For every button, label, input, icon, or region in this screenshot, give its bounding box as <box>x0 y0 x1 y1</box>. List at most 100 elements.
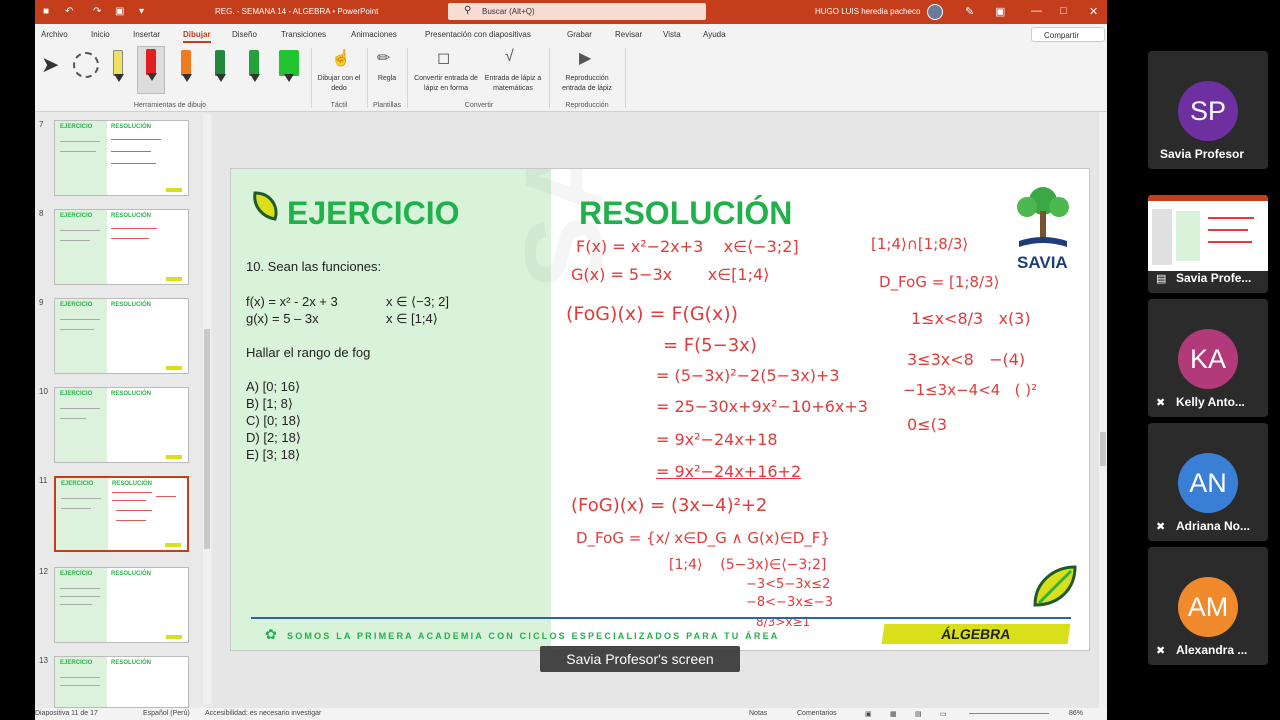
group-templates: Plantillas <box>372 102 401 109</box>
participant-tile[interactable]: SP Savia Profesor <box>1148 51 1268 169</box>
tab-ayuda[interactable]: Ayuda <box>703 30 726 39</box>
pen-tip <box>216 74 226 82</box>
thumb-number: 11 <box>39 476 48 485</box>
pen-1[interactable] <box>113 50 125 82</box>
slide-canvas[interactable]: SAVIA EJERCICIO RESOLUCIÓN 10. Sean las … <box>230 168 1090 651</box>
option-b: B) [1; 8⟩ <box>246 396 293 411</box>
ink-shape-icon[interactable]: ◻ <box>437 48 450 68</box>
participant-name: Savia Profe... <box>1176 271 1252 285</box>
maximize-icon[interactable]: □ <box>1060 5 1067 17</box>
close-icon[interactable]: ✕ <box>1089 5 1098 18</box>
present-icon[interactable]: ▣ <box>115 6 124 17</box>
left-title: EJERCICIO <box>287 195 460 231</box>
thumb-green-panel <box>55 568 107 642</box>
ink-line: D_FoG = [1;8/3⟩ <box>879 273 1000 291</box>
pen-2-selected[interactable] <box>137 46 165 94</box>
tab-diseno[interactable]: Diseño <box>232 30 257 39</box>
normal-view-icon[interactable]: ▣ <box>865 710 872 718</box>
comments-button[interactable]: Comentarios <box>797 710 837 717</box>
thumb-text <box>61 498 101 499</box>
thumb-footer-bar <box>166 635 182 639</box>
ink-line: −8<−3x≤−3 <box>746 595 833 610</box>
user-name[interactable]: HUGO LUIS heredia pacheco <box>815 7 920 16</box>
share-label: Compartir <box>1044 31 1080 40</box>
sorter-view-icon[interactable]: ▦ <box>890 710 897 718</box>
scrollbar-thumb[interactable] <box>1100 432 1106 466</box>
highlighter-tip <box>284 74 294 82</box>
slide-thumbnail-13[interactable]: EJERCICIO RESOLUCIÓN <box>54 656 189 708</box>
finger-draw-icon[interactable]: ☝ <box>331 48 351 68</box>
draw-finger-button[interactable]: Dibujar con el dedo <box>313 74 365 94</box>
undo-icon[interactable]: ↶ <box>65 6 73 17</box>
right-title: RESOLUCIÓN <box>579 195 793 231</box>
brand-name: SAVIA <box>1017 253 1068 272</box>
tab-revisar[interactable]: Revisar <box>615 30 642 39</box>
tab-presentacion[interactable]: Presentación con diapositivas <box>425 30 531 39</box>
lasso-icon[interactable] <box>73 52 99 78</box>
shared-screen: ■ ↶ ↷ ▣ ▾ REG. - SEMANA 14 - ALGEBRA • P… <box>35 0 1107 720</box>
redo-icon[interactable]: ↷ <box>93 6 101 17</box>
thumb-title: RESOLUCIÓN <box>111 302 152 308</box>
option-e: E) [3; 18⟩ <box>246 447 301 462</box>
screen-share-icon: ▤ <box>1156 273 1167 285</box>
slide-thumbnail-9[interactable]: EJERCICIO RESOLUCIÓN <box>54 298 189 374</box>
editor-scrollbar[interactable] <box>1099 112 1107 708</box>
zoom-level[interactable]: 86% <box>1069 710 1083 717</box>
participant-tile[interactable]: AN ✖ Adriana No... <box>1148 423 1268 541</box>
share-button[interactable]: Compartir <box>1031 27 1105 42</box>
ruler-icon[interactable]: ✏ <box>377 48 390 68</box>
reading-view-icon[interactable]: ▤ <box>915 710 922 718</box>
slide-thumbnail-10[interactable]: EJERCICIO RESOLUCIÓN <box>54 387 189 463</box>
slide-thumbnail-11-selected[interactable]: EJERCICIO RESOLUCIÓN <box>54 476 189 552</box>
highlighter[interactable] <box>279 50 299 82</box>
thumb-text <box>60 230 100 231</box>
save-icon[interactable]: ■ <box>43 6 49 17</box>
zoom-slider[interactable] <box>969 713 1049 714</box>
ink-math-icon[interactable]: √ <box>505 48 514 66</box>
avatar: AM <box>1178 577 1238 637</box>
scrollbar-thumb[interactable] <box>204 329 210 549</box>
tab-insertar[interactable]: Insertar <box>133 30 160 39</box>
select-cursor-icon[interactable]: ➤ <box>41 52 59 78</box>
tab-vista[interactable]: Vista <box>663 30 681 39</box>
thumbnail-scrollbar[interactable] <box>203 114 211 704</box>
pen-5[interactable] <box>249 50 261 82</box>
replay-icon[interactable]: ▶ <box>579 48 591 68</box>
pen-3[interactable] <box>181 50 193 82</box>
customize-icon[interactable]: ▾ <box>139 6 144 17</box>
language-status[interactable]: Español (Perú) <box>143 710 190 717</box>
thumb-title: RESOLUCIÓN <box>111 391 152 397</box>
ruler-button[interactable]: Regla <box>369 74 405 84</box>
group-touch: Táctil <box>330 102 348 109</box>
ink-replay-button[interactable]: Reproducción entrada de lápiz <box>553 74 621 94</box>
participant-tile-sharing[interactable]: ▤ Savia Profe... <box>1148 195 1268 293</box>
slide-thumbnail-8[interactable]: EJERCICIO RESOLUCIÓN <box>54 209 189 285</box>
tab-inicio[interactable]: Inicio <box>91 30 110 39</box>
tab-archivo[interactable]: Archivo <box>41 30 68 39</box>
pen-icon[interactable]: ✎ <box>965 5 974 18</box>
search-box[interactable]: ⚲ Buscar (Alt+Q) <box>448 3 706 20</box>
ink-to-math-button[interactable]: Entrada de lápiz a matemáticas <box>481 74 545 94</box>
minimize-icon[interactable]: — <box>1031 5 1042 17</box>
slideshow-view-icon[interactable]: ▭ <box>940 710 947 718</box>
ink-to-shape-button[interactable]: Convertir entrada de lápiz en forma <box>413 74 479 94</box>
ink-line: [1;4⟩∩[1;8/3⟩ <box>871 235 969 253</box>
tab-animaciones[interactable]: Animaciones <box>351 30 397 39</box>
preview-ink <box>1208 241 1252 243</box>
accessibility-status[interactable]: Accesibilidad: es necesario investigar <box>205 710 321 717</box>
thumb-number: 8 <box>39 209 44 218</box>
notes-button[interactable]: Notas <box>749 710 767 717</box>
user-avatar[interactable] <box>927 4 943 20</box>
tab-transiciones[interactable]: Transiciones <box>281 30 326 39</box>
tab-dibujar[interactable]: Dibujar <box>183 30 211 43</box>
pen-4[interactable] <box>215 50 227 82</box>
participant-tile[interactable]: KA ✖ Kelly Anto... <box>1148 299 1268 417</box>
preview-slide <box>1176 211 1200 261</box>
participant-tile[interactable]: AM ✖ Alexandra ... <box>1148 547 1268 665</box>
tab-grabar[interactable]: Grabar <box>567 30 592 39</box>
savia-tree-logo-icon <box>1017 187 1069 247</box>
participant-name: Adriana No... <box>1176 519 1251 533</box>
slide-thumbnail-12[interactable]: EJERCICIO RESOLUCIÓN <box>54 567 189 643</box>
slide-thumbnail-7[interactable]: EJERCICIO RESOLUCIÓN <box>54 120 189 196</box>
ribbon-display-icon[interactable]: ▣ <box>995 5 1005 18</box>
